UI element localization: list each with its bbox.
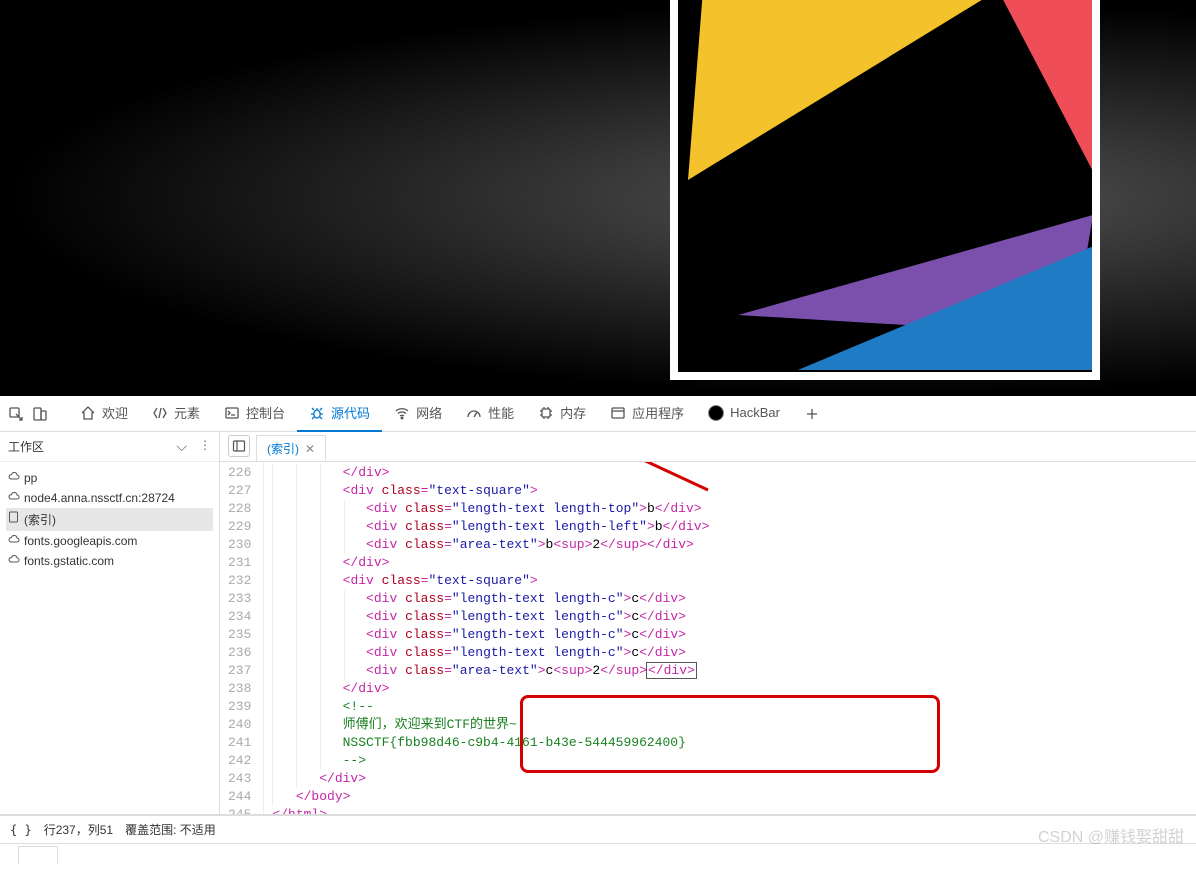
tab-label: 内存 (560, 403, 586, 422)
tree-item-label: node4.anna.nssctf.cn:28724 (24, 491, 175, 505)
home-icon (80, 405, 96, 421)
file-tab-label: (索引) (267, 440, 299, 457)
code-line[interactable]: <div class="length-text length-c">c</div… (272, 644, 1188, 662)
code-content[interactable]: </div> <div class="text-square"> <div cl… (264, 462, 1196, 814)
code-line[interactable]: <div class="length-text length-left">b</… (272, 518, 1188, 536)
tree-item[interactable]: node4.anna.nssctf.cn:28724 (6, 488, 213, 508)
performance-icon (466, 405, 482, 421)
tree-item[interactable]: fonts.gstatic.com (6, 551, 213, 571)
more-icon[interactable]: ⋮ (199, 438, 211, 455)
tab-label: 性能 (488, 403, 514, 422)
memory-icon (538, 405, 554, 421)
code-line[interactable]: <div class="area-text">b<sup>2</sup></di… (272, 536, 1188, 554)
close-icon[interactable]: ✕ (305, 442, 315, 456)
tab-sources[interactable]: 源代码 (297, 396, 382, 432)
console-icon (224, 405, 240, 421)
code-line[interactable]: </body> (272, 788, 1188, 806)
code-line[interactable]: NSSCTF{fbb98d46-c9b4-4161-b43e-544459962… (272, 734, 1188, 752)
prettyprint-icon[interactable]: { } (10, 823, 32, 837)
code-line[interactable]: 师傅们，欢迎来到CTF的世界~ (272, 716, 1188, 734)
devtools-tabstrip: 欢迎 元素 控制台 源代码 网络 性能 内存 (0, 396, 1196, 432)
cloud-icon (8, 471, 20, 483)
tree-item-label: fonts.gstatic.com (24, 554, 114, 568)
art-frame (670, 0, 1100, 380)
file-tab-index[interactable]: (索引) ✕ (256, 435, 326, 461)
tree-item-label: (索引) (24, 513, 56, 527)
cloud-icon (8, 491, 20, 503)
tab-console[interactable]: 控制台 (212, 396, 297, 432)
tree-item[interactable]: pp (6, 468, 213, 488)
line-gutter: 2262272282292302312322332342352362372382… (220, 462, 264, 814)
chevron-down-icon[interactable]: ⌵ (176, 438, 187, 455)
tab-hackbar[interactable]: HackBar (696, 396, 792, 432)
tab-label: 欢迎 (102, 403, 128, 422)
code-line[interactable]: --> (272, 752, 1188, 770)
tab-application[interactable]: 应用程序 (598, 396, 696, 432)
tab-welcome[interactable]: 欢迎 (68, 396, 140, 432)
tab-network[interactable]: 网络 (382, 396, 454, 432)
add-tab-icon[interactable] (800, 402, 824, 426)
code-line[interactable]: </div> (272, 554, 1188, 572)
tab-label: 应用程序 (632, 403, 684, 422)
application-icon (610, 405, 626, 421)
tab-elements[interactable]: 元素 (140, 396, 212, 432)
cloud-icon (8, 534, 20, 546)
tree-item-label: fonts.googleapis.com (24, 534, 137, 548)
editor-area: (索引) ✕ 226227228229230231232233234235236… (220, 432, 1196, 814)
code-line[interactable]: <div class="text-square"> (272, 572, 1188, 590)
page-canvas (0, 0, 1196, 396)
bug-icon (309, 405, 325, 421)
sources-panel: 工作区 ⌵ ⋮ pp node4.anna.nssctf.cn:28724 (索引)… (0, 432, 1196, 815)
editor-tabstrip: (索引) ✕ (220, 432, 1196, 462)
tab-label: HackBar (730, 405, 780, 420)
code-line[interactable]: <div class="length-text length-top">b</d… (272, 500, 1188, 518)
inspect-icon[interactable] (4, 402, 28, 426)
toggle-navigator-icon[interactable] (228, 435, 250, 457)
code-line[interactable]: </div> (272, 770, 1188, 788)
tab-label: 源代码 (331, 403, 370, 422)
tab-memory[interactable]: 内存 (526, 396, 598, 432)
sidebar-title: 工作区 (8, 438, 44, 455)
device-toggle-icon[interactable] (28, 402, 52, 426)
wifi-icon (394, 405, 410, 421)
code-line[interactable]: </div> (272, 464, 1188, 482)
bottom-strip (0, 843, 1196, 865)
code-line[interactable]: <div class="area-text">c<sup>2</sup></di… (272, 662, 1188, 680)
tab-performance[interactable]: 性能 (454, 396, 526, 432)
elements-icon (152, 405, 168, 421)
tree-item[interactable]: fonts.googleapis.com (6, 531, 213, 551)
hackbar-icon (708, 405, 724, 421)
code-line[interactable]: <div class="length-text length-c">c</div… (272, 590, 1188, 608)
code-line[interactable]: <div class="length-text length-c">c</div… (272, 608, 1188, 626)
coverage-status: 覆盖范围: 不适用 (125, 821, 216, 838)
cloud-icon (8, 554, 20, 566)
tab-label: 元素 (174, 403, 200, 422)
file-icon (8, 511, 20, 523)
code-line[interactable]: <div class="text-square"> (272, 482, 1188, 500)
bottom-tab-stub[interactable] (18, 846, 58, 864)
code-line[interactable]: <!-- (272, 698, 1188, 716)
tab-label: 控制台 (246, 403, 285, 422)
sources-sidebar: 工作区 ⌵ ⋮ pp node4.anna.nssctf.cn:28724 (索引)… (0, 432, 220, 814)
code-line[interactable]: </html> (272, 806, 1188, 814)
file-tree[interactable]: pp node4.anna.nssctf.cn:28724 (索引) fonts.go… (0, 462, 219, 577)
tab-label: 网络 (416, 403, 442, 422)
code-editor[interactable]: 2262272282292302312322332342352362372382… (220, 462, 1196, 814)
tree-item-label: pp (24, 471, 37, 485)
code-line[interactable]: <div class="length-text length-c">c</div… (272, 626, 1188, 644)
cursor-position: 行237，列51 (44, 821, 113, 838)
tree-item[interactable]: (索引) (6, 508, 213, 531)
code-line[interactable]: </div> (272, 680, 1188, 698)
status-bar: { } 行237，列51 覆盖范围: 不适用 (0, 815, 1196, 843)
sidebar-header: 工作区 ⌵ ⋮ (0, 432, 219, 462)
